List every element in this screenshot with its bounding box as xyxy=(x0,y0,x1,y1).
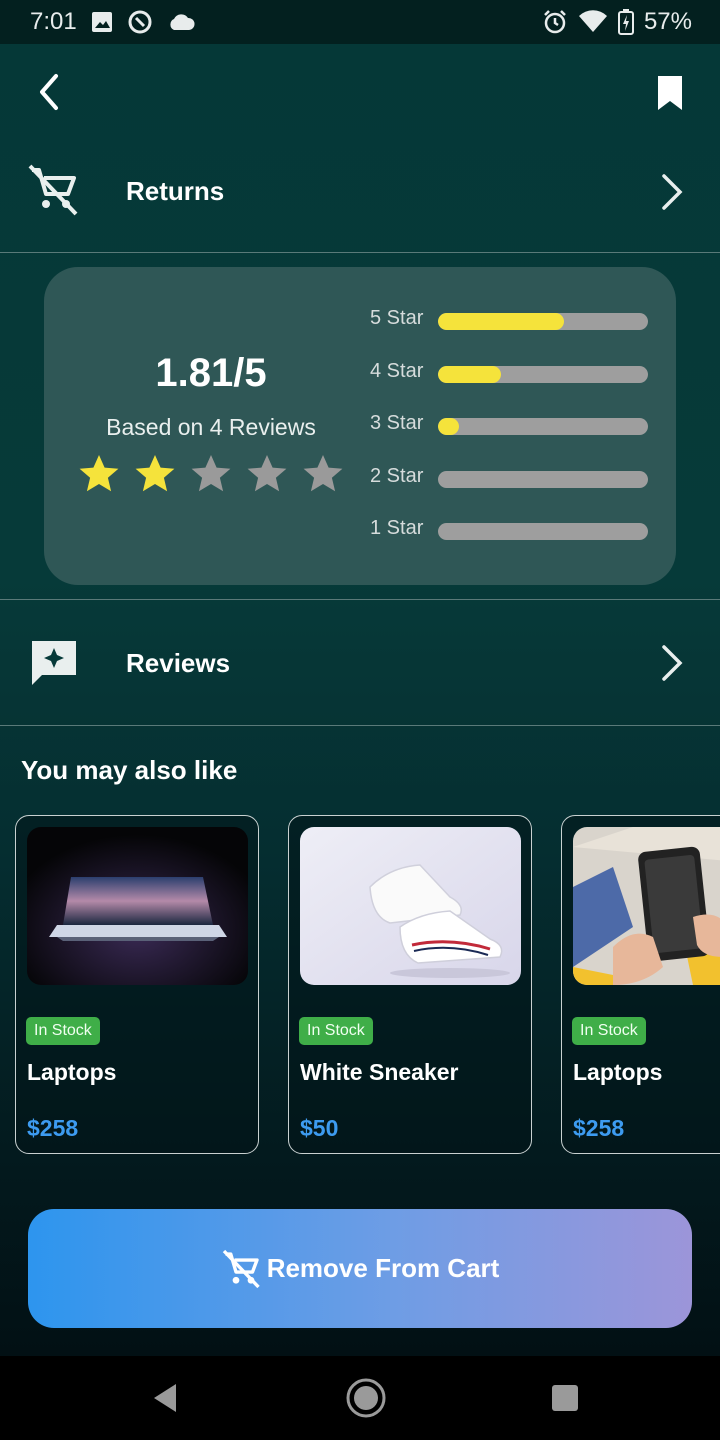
rating-bar-label: 3 Star xyxy=(370,412,424,434)
top-bar xyxy=(0,44,720,140)
nav-recents-button[interactable] xyxy=(543,1376,587,1420)
rating-bar-fill xyxy=(438,418,459,435)
reviews-label: Reviews xyxy=(126,648,231,678)
rating-bar-row: 3 Star xyxy=(370,412,650,442)
remove-from-cart-label: Remove From Cart xyxy=(266,1253,500,1283)
product-card[interactable]: In Stock Laptops $258 xyxy=(561,815,720,1154)
nav-back-button[interactable] xyxy=(144,1376,188,1420)
alarm-icon xyxy=(542,9,568,35)
returns-row[interactable]: Returns xyxy=(0,130,720,254)
star-filled-icon xyxy=(135,455,175,492)
wifi-icon xyxy=(578,10,608,34)
bookmark-icon xyxy=(658,76,682,110)
divider xyxy=(0,252,720,253)
rating-bar-track xyxy=(438,365,648,383)
back-button[interactable] xyxy=(30,70,70,114)
data-saver-icon xyxy=(127,9,153,35)
stock-badge: In Stock xyxy=(299,1017,373,1045)
review-sparkle-icon xyxy=(32,641,76,685)
product-price: $258 xyxy=(573,1115,625,1141)
rating-summary-card: 1.81/5 Based on 4 Reviews 5 Star 4 Star 3 … xyxy=(44,267,676,585)
rating-bar-label: 2 Star xyxy=(370,464,424,487)
nav-home-button[interactable] xyxy=(344,1376,388,1420)
product-name: White Sneaker xyxy=(300,1059,459,1085)
phone-in-hand-photo xyxy=(573,827,720,985)
divider xyxy=(0,725,720,726)
divider xyxy=(0,599,720,600)
returns-label: Returns xyxy=(126,176,225,206)
star-filled-icon xyxy=(79,455,119,492)
home-circle-icon xyxy=(346,1378,386,1418)
rating-score: 1.81/5 xyxy=(155,351,267,395)
product-name: Laptops xyxy=(27,1059,117,1085)
product-carousel[interactable]: In Stock Laptops $258 In Stock White Sne… xyxy=(0,815,720,1155)
stock-badge: In Stock xyxy=(572,1017,646,1045)
rating-bar-label: 4 Star xyxy=(370,359,424,382)
rating-bar-label: 1 Star xyxy=(370,517,424,539)
status-time: 7:01 xyxy=(30,8,77,35)
product-name: Laptops xyxy=(573,1059,663,1085)
remove-from-cart-button[interactable]: Remove From Cart xyxy=(28,1209,692,1328)
rating-bar-track xyxy=(438,313,648,330)
image-icon xyxy=(91,11,113,33)
rating-bar-fill xyxy=(438,365,501,383)
rating-bar-track xyxy=(438,523,648,540)
battery-charging-icon xyxy=(617,9,634,35)
rating-bar-row: 4 Star xyxy=(370,360,650,390)
remove-cart-icon xyxy=(28,164,78,216)
cloud-icon xyxy=(167,12,195,32)
rating-bar-row: 1 Star xyxy=(370,517,650,547)
product-card[interactable]: In Stock Laptops $258 xyxy=(15,815,259,1154)
star-empty-icon xyxy=(303,455,343,492)
bookmark-button[interactable] xyxy=(652,72,688,116)
rating-review-count: Based on 4 Reviews xyxy=(106,414,316,440)
product-details-screen: 7:01 57% Returns 1.81/5 Based on 4 Revie… xyxy=(0,0,720,1440)
rating-bar-row: 2 Star xyxy=(370,465,650,495)
chevron-right-icon xyxy=(662,645,683,681)
status-bar: 7:01 57% xyxy=(0,0,720,44)
product-card[interactable]: In Stock White Sneaker $50 xyxy=(288,815,532,1154)
stock-badge: In Stock xyxy=(26,1017,100,1045)
back-triangle-icon xyxy=(154,1384,176,1412)
remove-cart-icon xyxy=(222,1249,260,1288)
reviews-row[interactable]: Reviews xyxy=(0,601,720,725)
back-arrow-icon xyxy=(40,74,58,110)
recents-square-icon xyxy=(552,1385,578,1411)
chevron-right-icon xyxy=(662,174,683,210)
star-empty-icon xyxy=(247,455,287,492)
star-empty-icon xyxy=(191,455,231,492)
product-price: $50 xyxy=(300,1115,339,1141)
product-price: $258 xyxy=(27,1115,79,1141)
rating-bar-fill xyxy=(438,313,564,330)
system-nav-bar xyxy=(0,1356,720,1440)
battery-percent: 57% xyxy=(643,8,692,35)
star-rating xyxy=(78,453,344,495)
sneaker-photo xyxy=(300,827,521,985)
laptop-photo xyxy=(27,827,248,985)
section-title: You may also like xyxy=(21,755,238,785)
rating-bar-track xyxy=(438,470,648,488)
rating-bar-track xyxy=(438,418,648,435)
rating-bar-label: 5 Star xyxy=(370,307,424,329)
rating-bar-row: 5 Star xyxy=(370,307,650,337)
